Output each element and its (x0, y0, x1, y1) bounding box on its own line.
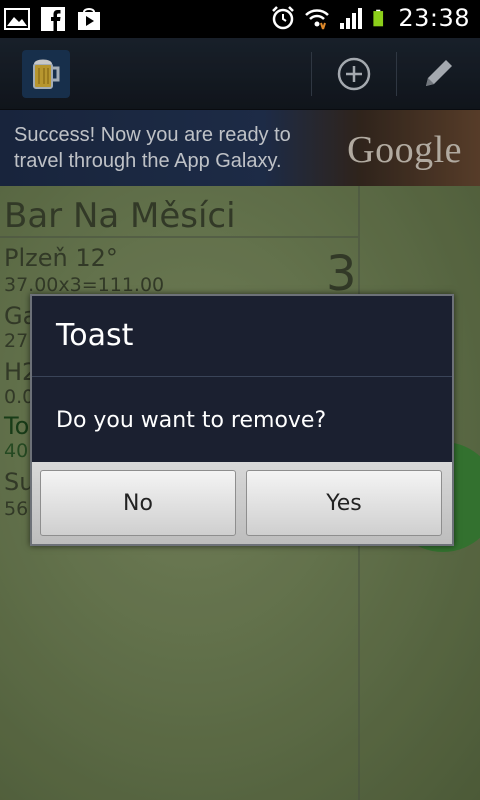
facebook-icon (41, 7, 65, 31)
signal-icon (340, 8, 363, 29)
play-store-icon (78, 8, 100, 30)
wifi-icon (305, 9, 330, 30)
battery-icon (373, 9, 384, 27)
no-button[interactable]: No (40, 470, 236, 536)
yes-button[interactable]: Yes (246, 470, 442, 536)
gallery-icon (4, 8, 30, 30)
status-bar: 23:38 (0, 0, 480, 38)
confirm-dialog: Toast Do you want to remove? No Yes (30, 294, 454, 546)
alarm-icon (272, 6, 295, 30)
dialog-title: Toast (56, 318, 134, 353)
dialog-message: Do you want to remove? (56, 408, 327, 433)
dialog-button-bar: No Yes (32, 462, 452, 544)
clock: 23:38 (398, 4, 470, 32)
dialog-divider (32, 376, 452, 377)
